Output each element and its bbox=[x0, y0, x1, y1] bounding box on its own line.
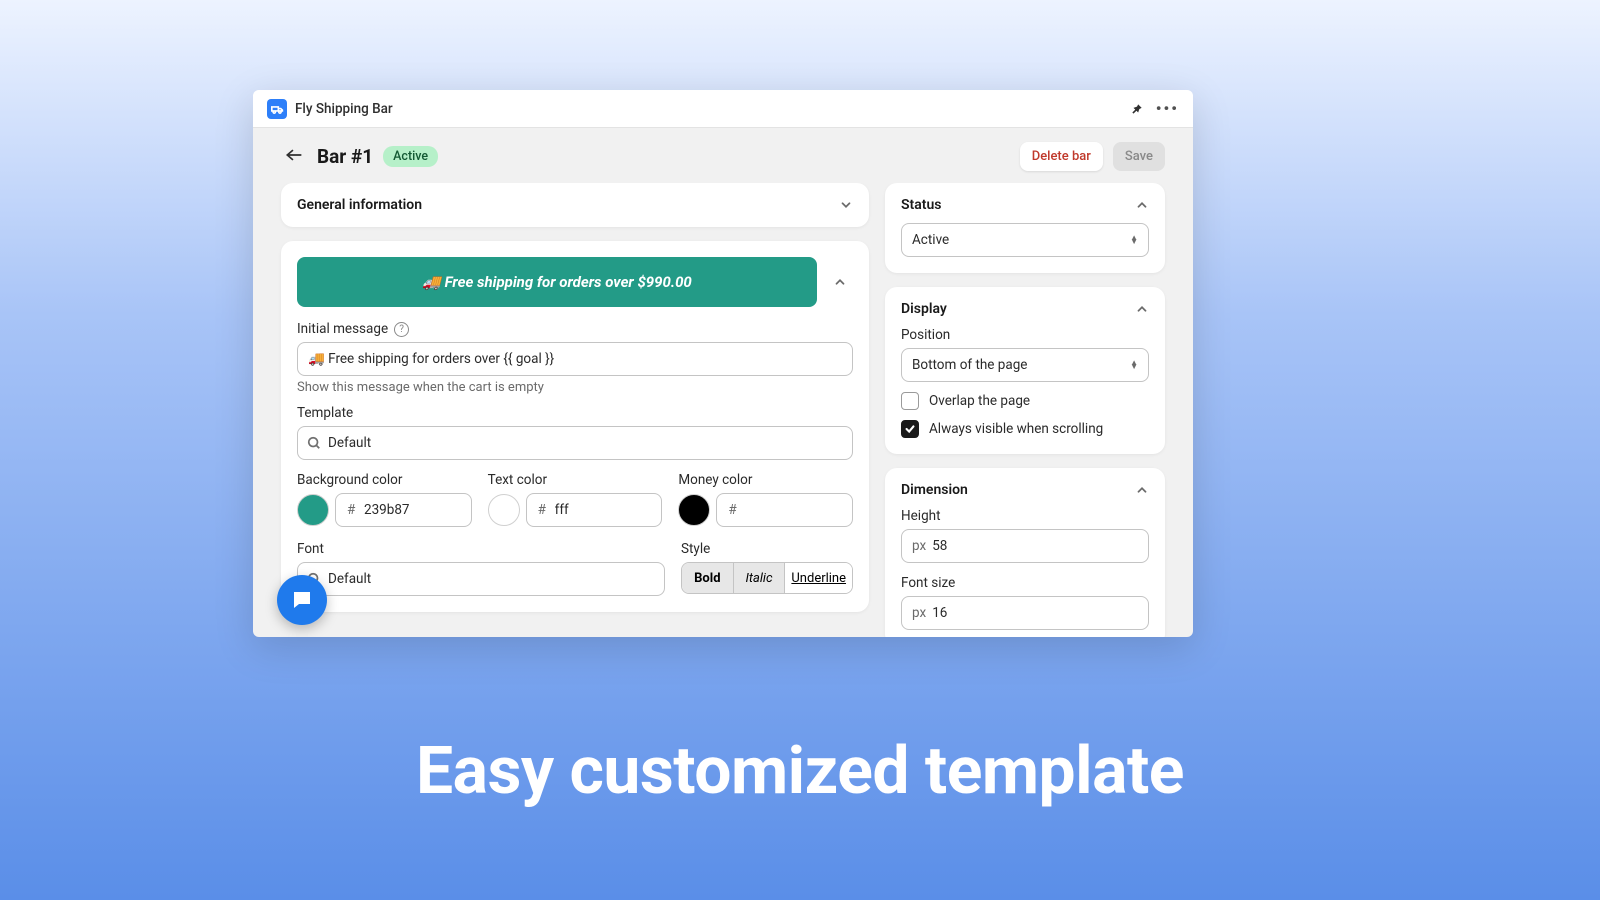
hash-prefix: # bbox=[538, 502, 546, 518]
initial-message-input[interactable] bbox=[297, 342, 853, 376]
position-select-value: Bottom of the page bbox=[912, 357, 1027, 373]
display-card: Display Position Bottom of the page ▲▼ bbox=[885, 287, 1165, 454]
background-color-input[interactable] bbox=[335, 493, 472, 527]
message-card: 🚚 Free shipping for orders over $990.00 … bbox=[281, 241, 869, 612]
money-color-input[interactable] bbox=[716, 493, 853, 527]
money-color-label: Money color bbox=[678, 472, 853, 488]
always-visible-checkbox[interactable] bbox=[901, 420, 919, 438]
font-input[interactable] bbox=[297, 562, 665, 596]
chevron-down-icon bbox=[839, 198, 853, 212]
dimension-title: Dimension bbox=[901, 482, 968, 498]
position-label: Position bbox=[901, 327, 1149, 343]
dimension-card: Dimension Height px 58 Font size px 16 bbox=[885, 468, 1165, 637]
back-button[interactable] bbox=[281, 142, 307, 171]
money-color-swatch[interactable] bbox=[678, 494, 710, 526]
overlap-label: Overlap the page bbox=[929, 393, 1030, 409]
status-card-header[interactable]: Status bbox=[885, 183, 1165, 223]
style-underline-button[interactable]: Underline bbox=[785, 563, 852, 593]
select-caret-icon: ▲▼ bbox=[1130, 361, 1138, 369]
style-segmented-control: Bold Italic Underline bbox=[681, 562, 853, 594]
select-caret-icon: ▲▼ bbox=[1130, 236, 1138, 244]
app-logo-icon bbox=[267, 99, 287, 119]
delete-bar-button[interactable]: Delete bar bbox=[1020, 142, 1103, 171]
style-bold-button[interactable]: Bold bbox=[682, 563, 734, 593]
page-title: Bar #1 bbox=[317, 145, 373, 168]
search-icon bbox=[307, 436, 321, 450]
hash-prefix: # bbox=[347, 502, 355, 518]
chat-fab[interactable] bbox=[277, 575, 327, 625]
hash-prefix: # bbox=[728, 502, 736, 518]
fontsize-label: Font size bbox=[901, 575, 1149, 591]
display-card-header[interactable]: Display bbox=[885, 287, 1165, 327]
status-select-value: Active bbox=[912, 232, 949, 248]
background-color-label: Background color bbox=[297, 472, 472, 488]
chevron-up-icon bbox=[1135, 198, 1149, 212]
height-label: Height bbox=[901, 508, 1149, 524]
text-color-input[interactable] bbox=[526, 493, 663, 527]
fontsize-value: 16 bbox=[932, 605, 947, 621]
general-information-toggle[interactable]: General information bbox=[281, 183, 869, 227]
style-italic-button[interactable]: Italic bbox=[734, 563, 786, 593]
app-window: Fly Shipping Bar ••• Bar #1 Active Delet… bbox=[253, 90, 1193, 637]
status-badge: Active bbox=[383, 146, 438, 167]
chevron-up-icon[interactable] bbox=[827, 275, 853, 289]
help-icon[interactable]: ? bbox=[394, 322, 409, 337]
more-icon[interactable]: ••• bbox=[1156, 99, 1179, 118]
overlap-checkbox[interactable] bbox=[901, 392, 919, 410]
general-information-card: General information bbox=[281, 183, 869, 227]
text-color-label: Text color bbox=[488, 472, 663, 488]
background-color-swatch[interactable] bbox=[297, 494, 329, 526]
font-label: Font bbox=[297, 541, 665, 557]
template-label: Template bbox=[297, 405, 853, 421]
fontsize-unit: px bbox=[912, 605, 926, 621]
initial-message-label: Initial message ? bbox=[297, 321, 853, 337]
initial-message-helper: Show this message when the cart is empty bbox=[297, 380, 853, 395]
titlebar: Fly Shipping Bar ••• bbox=[253, 90, 1193, 128]
status-card: Status Active ▲▼ bbox=[885, 183, 1165, 273]
dimension-card-header[interactable]: Dimension bbox=[885, 468, 1165, 508]
style-label: Style bbox=[681, 541, 853, 557]
chevron-up-icon bbox=[1135, 483, 1149, 497]
general-information-title: General information bbox=[297, 197, 422, 213]
text-color-swatch[interactable] bbox=[488, 494, 520, 526]
preview-banner: 🚚 Free shipping for orders over $990.00 bbox=[297, 257, 817, 307]
chevron-up-icon bbox=[1135, 302, 1149, 316]
height-value: 58 bbox=[932, 538, 947, 554]
marketing-headline: Easy customized template bbox=[0, 733, 1600, 810]
save-button: Save bbox=[1113, 142, 1165, 171]
template-input[interactable] bbox=[297, 426, 853, 460]
page-header: Bar #1 Active Delete bar Save bbox=[253, 128, 1193, 183]
fontsize-input[interactable]: px 16 bbox=[901, 596, 1149, 630]
display-title: Display bbox=[901, 301, 947, 317]
position-select[interactable]: Bottom of the page ▲▼ bbox=[901, 348, 1149, 382]
height-input[interactable]: px 58 bbox=[901, 529, 1149, 563]
pin-icon[interactable] bbox=[1130, 102, 1144, 116]
status-title: Status bbox=[901, 197, 941, 213]
app-name: Fly Shipping Bar bbox=[295, 101, 393, 117]
always-visible-checkbox-row[interactable]: Always visible when scrolling bbox=[901, 420, 1149, 438]
always-visible-label: Always visible when scrolling bbox=[929, 421, 1103, 437]
height-unit: px bbox=[912, 538, 926, 554]
overlap-checkbox-row[interactable]: Overlap the page bbox=[901, 392, 1149, 410]
status-select[interactable]: Active ▲▼ bbox=[901, 223, 1149, 257]
